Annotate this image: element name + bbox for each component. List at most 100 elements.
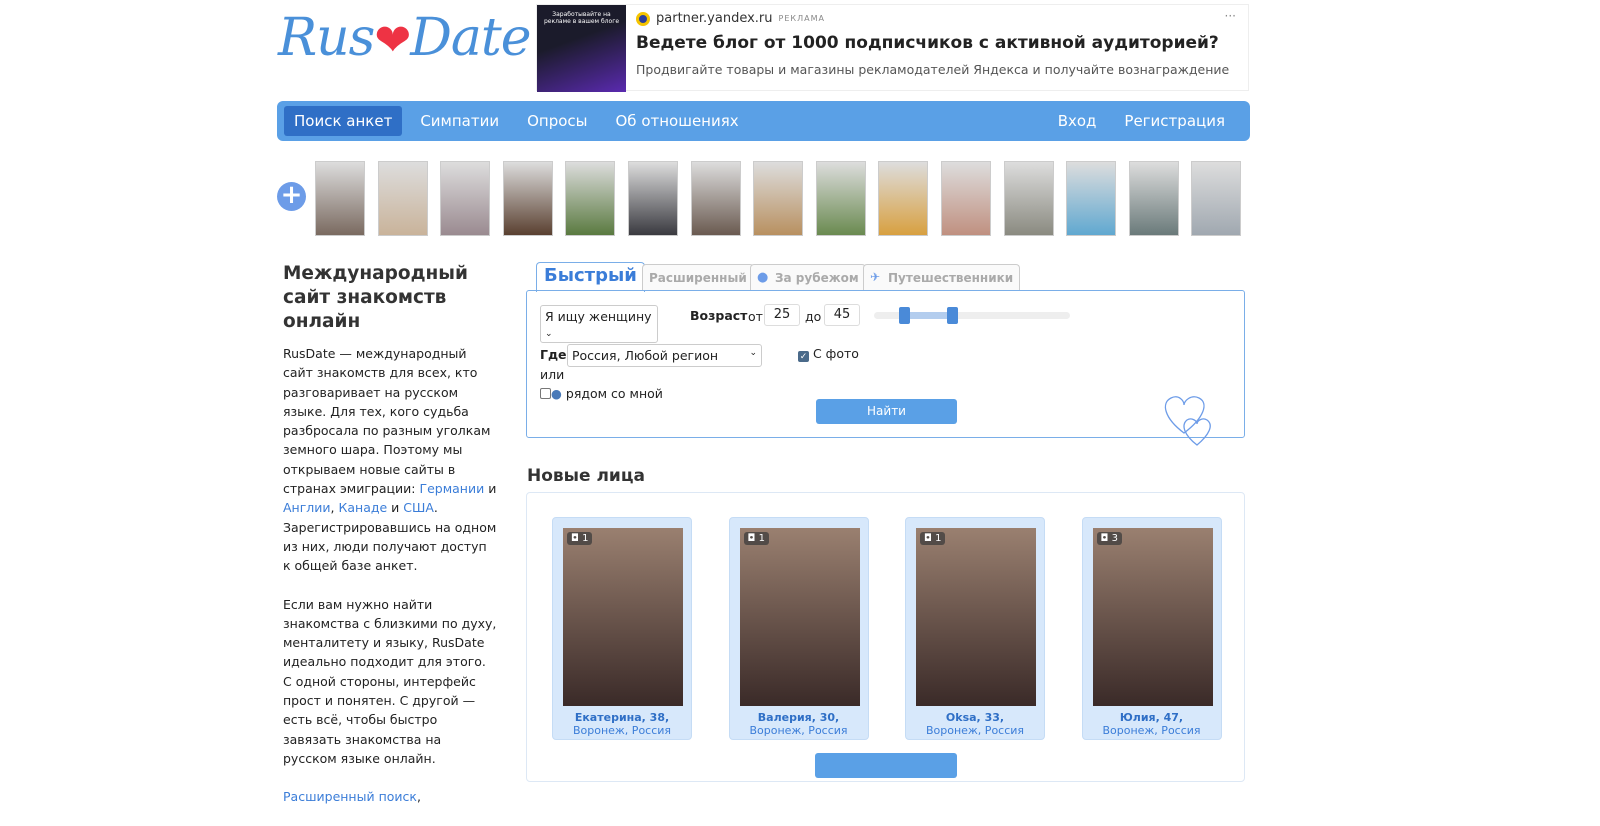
nav-relationships[interactable]: Об отношениях (606, 106, 749, 136)
profile-card[interactable]: ◘ 3 Юлия, 47, Воронеж, Россия (1081, 517, 1222, 740)
camera-icon: ◘ (1100, 533, 1109, 544)
about-title: Международный сайт знакомств онлайн (283, 263, 468, 332)
check-icon: ✓ (798, 351, 809, 362)
link-england[interactable]: Англии (283, 500, 331, 515)
profile-thumbnail[interactable] (1128, 161, 1179, 236)
ad-label: РЕКЛАМА (778, 14, 825, 23)
new-faces-title: Новые лица (527, 466, 645, 486)
link-canada[interactable]: Канаде (338, 500, 387, 515)
yandex-icon (636, 11, 650, 26)
profile-photo[interactable]: ◘ 1 (739, 528, 860, 706)
tab-abroad[interactable]: ● За рубежом (750, 264, 866, 291)
link-advanced-search[interactable]: Расширенный поиск (283, 789, 417, 804)
quick-search-form: Я ищу женщину ⌄ Возраст от 25 до 45 Где … (526, 290, 1245, 446)
tab-label: Путешественники (888, 271, 1014, 285)
seek-value: Я ищу женщину (545, 309, 652, 324)
tab-label: За рубежом (775, 271, 859, 285)
heart-icon: ❤ (374, 15, 411, 66)
profile-location[interactable]: Воронеж, Россия (553, 724, 691, 737)
add-photo-button[interactable]: + (277, 182, 306, 211)
ad-text: Продвигайте товары и магазины рекламодат… (636, 62, 1230, 77)
photo-count-value: 1 (582, 533, 589, 544)
profile-thumbnail[interactable] (565, 161, 616, 236)
hearts-icon (1164, 396, 1211, 446)
where-label: Где (540, 347, 567, 362)
profile-thumbnail[interactable] (315, 161, 365, 236)
text: и (387, 500, 404, 516)
link-germany[interactable]: Германии (419, 481, 484, 496)
with-photo-checkbox[interactable]: ✓ С фото (798, 346, 859, 362)
profile-name[interactable]: Валерия, 30, (730, 711, 868, 724)
from-label: от (748, 309, 763, 324)
profile-thumbnail[interactable] (878, 161, 929, 236)
profile-thumbnail[interactable] (1191, 161, 1242, 236)
age-slider-min-handle[interactable] (898, 307, 910, 324)
nav-likes[interactable]: Симпатии (410, 106, 509, 136)
seek-select[interactable]: Я ищу женщину ⌄ (540, 305, 658, 343)
profile-location[interactable]: Воронеж, Россия (1083, 724, 1221, 737)
login-link[interactable]: Вход (1048, 106, 1107, 136)
near-me-checkbox[interactable]: ● рядом со мной (540, 386, 663, 401)
photo-count-value: 1 (758, 533, 765, 544)
with-photo-label: С фото (812, 346, 859, 361)
ad-menu-icon[interactable]: ··· (1225, 9, 1236, 23)
logo-text: Date (410, 8, 531, 68)
tab-travelers[interactable]: ✈ Путешественники (863, 264, 1021, 291)
age-slider-range (902, 312, 952, 319)
age-slider[interactable] (874, 307, 1070, 324)
profile-card[interactable]: ◘ 1 Екатерина, 38, Воронеж, Россия (552, 517, 692, 740)
profile-name[interactable]: Oksa, 33, (906, 711, 1044, 724)
profile-name[interactable]: Юлия, 47, (1083, 711, 1221, 724)
photo-count: ◘ 1 (920, 532, 946, 545)
logo[interactable]: Rus❤Date (278, 8, 532, 68)
camera-icon: ◘ (571, 533, 579, 544)
register-link[interactable]: Регистрация (1114, 106, 1235, 136)
profile-name[interactable]: Екатерина, 38, (553, 711, 691, 724)
profile-thumbnail[interactable] (440, 161, 491, 236)
age-slider-max-handle[interactable] (947, 307, 959, 324)
tab-quick[interactable]: Быстрый (536, 262, 645, 292)
about-paragraph-2: Если вам нужно найти знакомства с близки… (283, 596, 497, 766)
profile-thumbnail[interactable] (815, 161, 866, 236)
more-button[interactable] (815, 753, 957, 778)
profile-photo[interactable]: ◘ 1 (916, 528, 1036, 706)
ad-title[interactable]: Ведете блог от 1000 подписчиков с активн… (636, 33, 1229, 53)
about-links: Расширенный поиск, (283, 787, 498, 806)
nav-search[interactable]: Поиск анкет (284, 106, 403, 136)
link-usa[interactable]: США (403, 500, 434, 515)
find-button[interactable]: Найти (816, 399, 957, 424)
age-from-input[interactable]: 25 (764, 304, 800, 326)
ad-banner[interactable]: Заработывайте на рекламе в вашем блоге p… (536, 4, 1249, 92)
or-label: или (540, 367, 565, 382)
profile-card[interactable]: ◘ 1 Валерия, 30, Воронеж, Россия (728, 517, 869, 740)
photo-count-value: 3 (1111, 533, 1118, 544)
about-section: Международный сайт знакомств онлайн RusD… (283, 262, 498, 826)
profile-thumbnail[interactable] (377, 161, 428, 236)
nav-polls[interactable]: Опросы (517, 106, 597, 136)
profile-photo[interactable]: ◘ 1 (563, 528, 683, 706)
globe-icon: ● (757, 270, 769, 285)
ad-image-text: Заработывайте на рекламе в вашем блоге (543, 11, 620, 25)
age-to-input[interactable]: 45 (824, 304, 860, 326)
camera-icon: ◘ (924, 533, 932, 544)
region-select[interactable]: Россия, Любой регион ⌄ (567, 344, 762, 367)
age-label: Возраст (690, 308, 748, 323)
profile-thumbnail[interactable] (690, 161, 741, 236)
ad-source[interactable]: partner.yandex.ru (656, 11, 773, 26)
to-label: до (805, 309, 822, 324)
region-value: Россия, Любой регион (572, 348, 719, 363)
profile-thumbnail[interactable] (1066, 161, 1117, 236)
profile-location[interactable]: Воронеж, Россия (730, 724, 868, 737)
profile-card[interactable]: ◘ 1 Oksa, 33, Воронеж, Россия (905, 517, 1045, 740)
profile-thumbnail[interactable] (1003, 161, 1054, 236)
profile-thumbnail[interactable] (628, 161, 678, 236)
profile-thumbnail[interactable] (941, 161, 991, 236)
photo-count: ◘ 1 (567, 532, 593, 545)
profile-thumbnail[interactable] (753, 161, 804, 236)
about-paragraph: RusDate — международный сайт знакомств д… (283, 344, 498, 576)
logo-text: Rus (278, 8, 375, 68)
tab-advanced[interactable]: Расширенный (642, 264, 754, 291)
profile-location[interactable]: Воронеж, Россия (906, 724, 1044, 737)
profile-photo[interactable]: ◘ 3 (1092, 528, 1213, 706)
profile-thumbnail[interactable] (502, 161, 553, 236)
